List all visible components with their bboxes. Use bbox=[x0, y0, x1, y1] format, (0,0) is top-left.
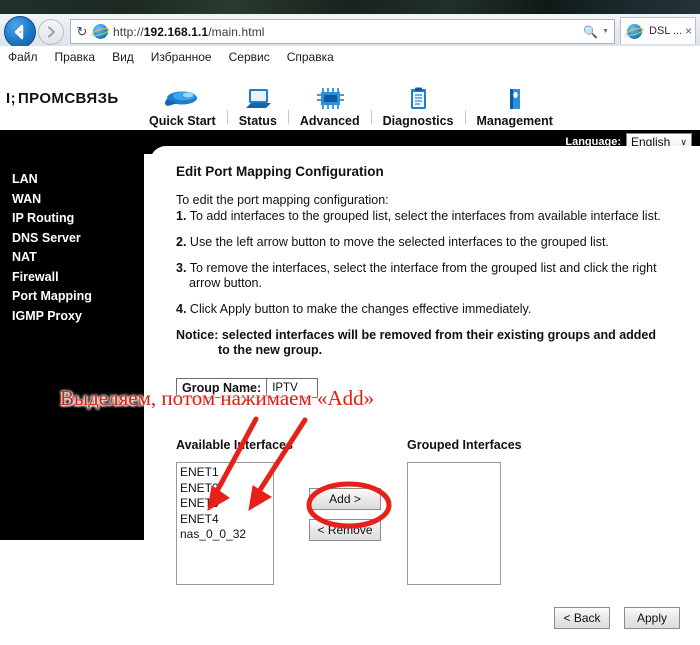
sidebar-item-nat[interactable]: NAT bbox=[12, 248, 144, 268]
nav-divider bbox=[226, 110, 228, 124]
step-text: To remove the interfaces, select the int… bbox=[189, 261, 657, 275]
nav-item-status[interactable]: Status bbox=[230, 82, 286, 128]
menu-item-help[interactable]: Справка bbox=[287, 50, 334, 64]
close-icon[interactable]: × bbox=[685, 24, 692, 38]
step-text: To add interfaces to the grouped list, s… bbox=[189, 209, 661, 223]
url-text: http://192.168.1.1/main.html bbox=[113, 24, 265, 39]
sidebar-item-igmp-proxy[interactable]: IGMP Proxy bbox=[12, 307, 144, 327]
nav-divider bbox=[370, 110, 372, 124]
internet-explorer-icon bbox=[624, 23, 645, 40]
nav-label: Status bbox=[238, 114, 277, 128]
nav-divider bbox=[287, 110, 289, 124]
step-number: 3. bbox=[176, 261, 187, 275]
add-button[interactable]: Add > bbox=[309, 488, 381, 510]
sidebar-item-port-mapping[interactable]: Port Mapping bbox=[12, 287, 144, 307]
step-number: 1. bbox=[176, 209, 187, 223]
menu-bar: Файл Правка Вид Избранное Сервис Справка bbox=[0, 46, 700, 68]
group-name-field[interactable]: Group Name: IPTV bbox=[176, 378, 319, 398]
nav-label: Diagnostics bbox=[382, 114, 454, 128]
list-item[interactable]: ENET1 bbox=[180, 465, 273, 481]
nav-label: Advanced bbox=[299, 114, 360, 128]
nav-item-quick-start[interactable]: Quick Start bbox=[140, 82, 225, 128]
notice-line-1: selected interfaces will be removed from… bbox=[221, 328, 657, 342]
sidebar-item-dns-server[interactable]: DNS Server bbox=[12, 229, 144, 249]
back-button[interactable]: < Back bbox=[554, 607, 610, 629]
notice-text: Notice: selected interfaces will be remo… bbox=[176, 328, 690, 358]
instruction-step-1: 1. To add interfaces to the grouped list… bbox=[176, 209, 690, 224]
main-nav: Quick Start Status Advanced Diagnostics … bbox=[140, 72, 562, 128]
menu-item-tools[interactable]: Сервис bbox=[229, 50, 270, 64]
content-panel: Edit Port Mapping Configuration To edit … bbox=[150, 146, 700, 645]
nav-label: Quick Start bbox=[149, 114, 216, 128]
nav-divider bbox=[464, 110, 466, 124]
address-bar[interactable]: ↻ http://192.168.1.1/main.html 🔍 ▼ bbox=[70, 19, 615, 44]
address-bar-actions[interactable]: 🔍 ▼ bbox=[583, 25, 614, 39]
logo-mark-icon: I; bbox=[6, 90, 16, 107]
step-text: Use the left arrow button to move the se… bbox=[189, 235, 609, 249]
sidebar-item-lan[interactable]: LAN bbox=[12, 170, 144, 190]
form-actions: < Back Apply bbox=[554, 607, 680, 629]
list-item[interactable]: ENET4 bbox=[180, 512, 273, 528]
brand-logo: I; ПРОМСВЯЗЬ bbox=[6, 90, 119, 107]
list-item[interactable]: ENET2 bbox=[180, 481, 273, 497]
menu-item-file[interactable]: Файл bbox=[8, 50, 38, 64]
available-interfaces-label: Available Interfaces bbox=[176, 438, 293, 452]
chip-icon bbox=[315, 82, 345, 112]
monitor-icon bbox=[242, 82, 274, 112]
group-name-label: Group Name: bbox=[182, 381, 262, 395]
grouped-interfaces-label: Grouped Interfaces bbox=[407, 438, 522, 452]
clipboard-icon bbox=[405, 82, 431, 112]
back-arrow-icon[interactable] bbox=[4, 16, 36, 48]
interface-transfer: Available Interfaces Grouped Interfaces … bbox=[176, 438, 690, 588]
step-text: Click Apply button to make the changes e… bbox=[189, 302, 532, 316]
caret-down-icon[interactable]: ▼ bbox=[602, 28, 609, 35]
browser-tab[interactable]: DSL ... × bbox=[620, 17, 696, 44]
apply-button[interactable]: Apply bbox=[624, 607, 680, 629]
book-icon bbox=[503, 82, 527, 112]
grouped-interfaces-list[interactable] bbox=[407, 462, 501, 585]
notice-label: Notice: bbox=[176, 328, 219, 342]
instruction-step-2: 2. Use the left arrow button to move the… bbox=[176, 235, 690, 250]
internet-explorer-icon bbox=[90, 23, 111, 40]
notice-line-2: to the new group. bbox=[218, 343, 323, 357]
tab-title: DSL ... bbox=[649, 25, 683, 37]
remove-button[interactable]: < Remove bbox=[309, 519, 381, 541]
nav-label: Management bbox=[476, 114, 553, 128]
available-interfaces-list[interactable]: ENET1 ENET2 ENET3 ENET4 nas_0_0_32 bbox=[176, 462, 274, 585]
sidebar-item-wan[interactable]: WAN bbox=[12, 190, 144, 210]
rocket-icon bbox=[162, 82, 202, 112]
nav-item-management[interactable]: Management bbox=[468, 82, 562, 128]
router-page: I; ПРОМСВЯЗЬ Quick Start Status Advanced… bbox=[0, 68, 700, 645]
sidebar: LAN WAN IP Routing DNS Server NAT Firewa… bbox=[0, 154, 144, 540]
page-title: Edit Port Mapping Configuration bbox=[176, 164, 384, 179]
step-number: 4. bbox=[176, 302, 187, 316]
step-number: 2. bbox=[176, 235, 187, 249]
transfer-buttons: Add > < Remove bbox=[309, 488, 389, 541]
refresh-icon[interactable]: ↻ bbox=[74, 24, 90, 40]
forward-arrow-icon[interactable] bbox=[38, 19, 64, 45]
step-text-continued: arrow button. bbox=[189, 276, 262, 290]
search-icon[interactable]: 🔍 bbox=[583, 25, 598, 39]
menu-item-view[interactable]: Вид bbox=[112, 50, 134, 64]
nav-item-diagnostics[interactable]: Diagnostics bbox=[374, 82, 463, 128]
router-header: I; ПРОМСВЯЗЬ Quick Start Status Advanced… bbox=[0, 68, 700, 130]
instruction-step-3: 3. To remove the interfaces, select the … bbox=[176, 261, 690, 291]
group-name-input[interactable]: IPTV bbox=[266, 379, 317, 397]
nav-item-advanced[interactable]: Advanced bbox=[291, 82, 369, 128]
sidebar-item-ip-routing[interactable]: IP Routing bbox=[12, 209, 144, 229]
instruction-step-4: 4. Click Apply button to make the change… bbox=[176, 302, 690, 317]
list-item[interactable]: nas_0_0_32 bbox=[180, 527, 273, 543]
sidebar-item-firewall[interactable]: Firewall bbox=[12, 268, 144, 288]
menu-item-edit[interactable]: Правка bbox=[55, 50, 96, 64]
list-item[interactable]: ENET3 bbox=[180, 496, 273, 512]
menu-item-favorites[interactable]: Избранное bbox=[151, 50, 212, 64]
intro-text: To edit the port mapping configuration: bbox=[176, 193, 389, 207]
